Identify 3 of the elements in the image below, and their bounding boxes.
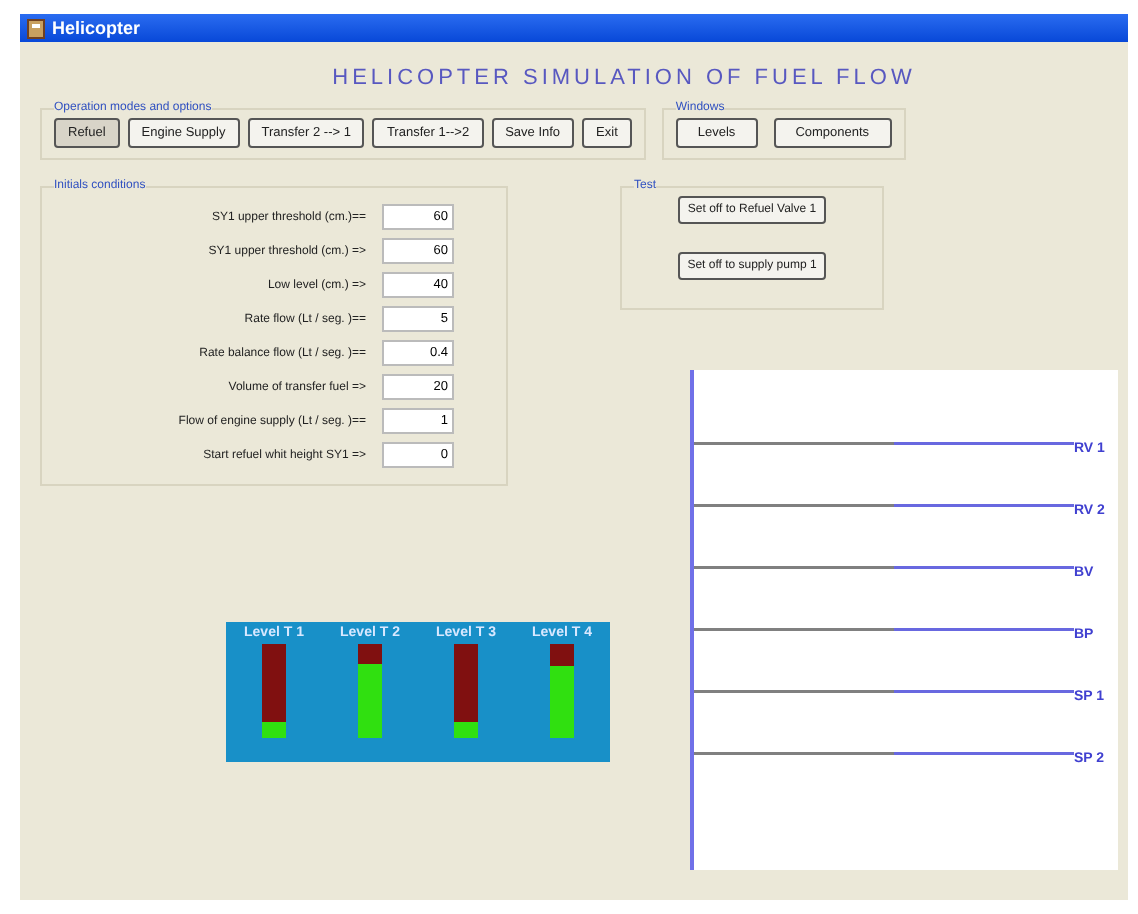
app-icon (26, 17, 46, 39)
app-heading: HELICOPTER SIMULATION OF FUEL FLOW (330, 66, 918, 90)
window-title: Helicopter (52, 18, 141, 38)
